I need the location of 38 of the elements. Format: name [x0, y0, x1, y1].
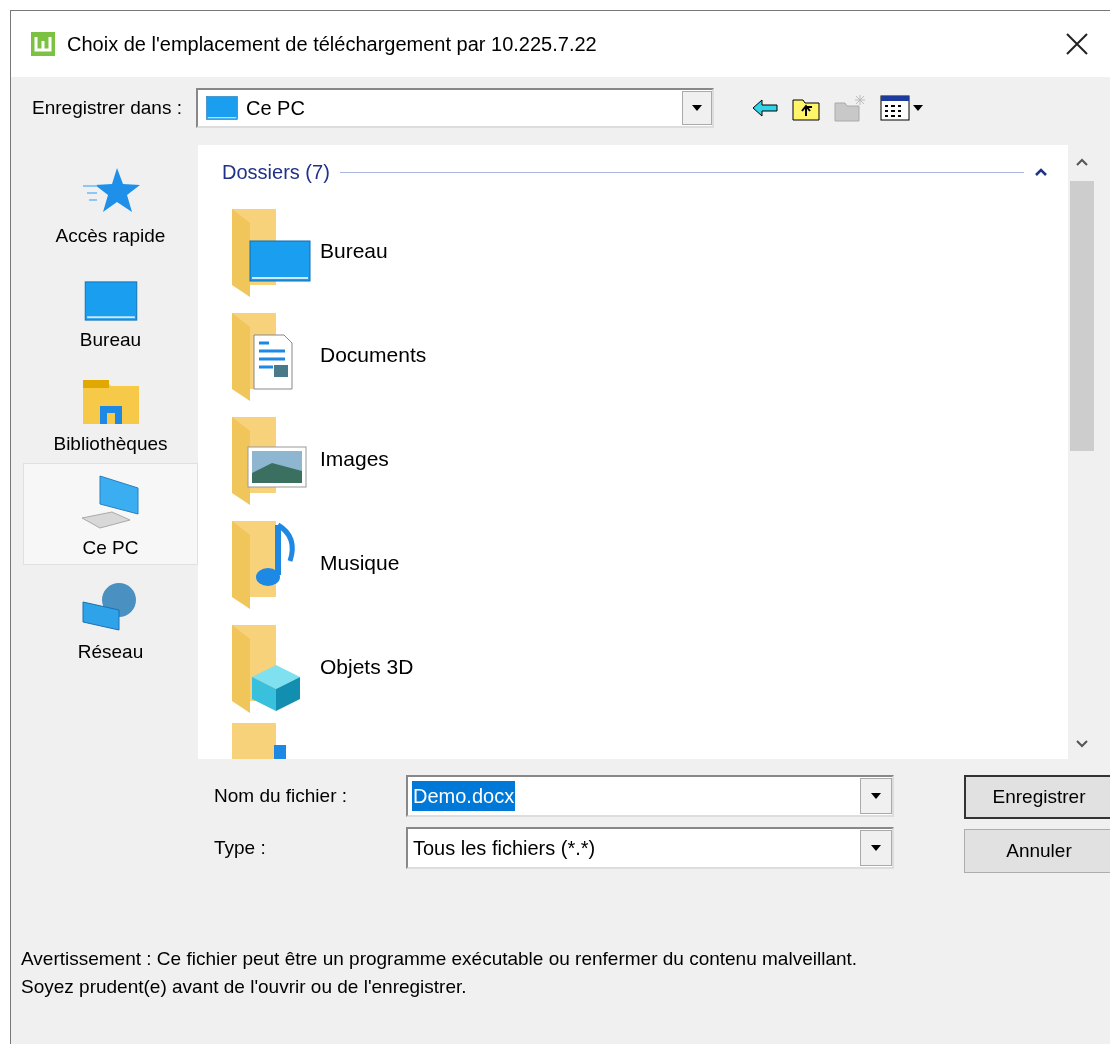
sidebar-item[interactable]: Ce PC — [23, 463, 198, 565]
close-icon — [1066, 33, 1088, 55]
group-header: Dossiers (7) — [222, 160, 330, 185]
folder-icon — [81, 378, 140, 427]
scroll-down-icon[interactable] — [1075, 739, 1089, 749]
combo-field[interactable]: Tous les fichiers (*.*) — [406, 827, 894, 869]
folder-item[interactable]: Documents — [222, 303, 1068, 407]
dialog-button[interactable]: Enregistrer — [964, 775, 1110, 819]
sidebar-item[interactable]: Réseau — [23, 567, 198, 669]
location-dropdown[interactable]: Ce PC — [195, 88, 714, 128]
field-label: Nom du fichier : — [214, 783, 349, 808]
scroll-up-icon[interactable] — [1075, 157, 1089, 167]
back-arrow-icon[interactable] — [751, 99, 778, 117]
list-view-icon — [879, 95, 910, 121]
view-menu-button[interactable] — [879, 95, 924, 121]
computer-icon — [205, 94, 238, 122]
sidebar-item[interactable]: Bibliothèques — [23, 359, 198, 461]
combo-field[interactable]: Demo.docx — [406, 775, 894, 817]
window-title: Choix de l'emplacement de téléchargement par 10.225.7.22 — [67, 32, 597, 57]
caret-icon — [690, 104, 703, 112]
folder-item[interactable]: Musique — [222, 511, 1068, 615]
warning-text: Avertissement : Ce fichier peut être un programme exécutable ou renfermer du contenu malveillant. Soyez prudent(e) avant de l'ouvrir ou de l'enregistrer. — [20, 947, 859, 999]
computer-icon — [79, 474, 142, 531]
collapse-chevron-icon[interactable] — [1034, 167, 1048, 177]
field-label: Type : — [214, 835, 267, 860]
app-logo-icon — [31, 32, 55, 56]
scrollbar-thumb[interactable] — [1070, 181, 1094, 451]
location-value: Ce PC — [245, 96, 305, 121]
folder-item[interactable]: Objets 3D — [222, 615, 1068, 719]
location-label: Enregistrer dans : — [32, 95, 182, 120]
dialog-button[interactable]: Annuler — [964, 829, 1110, 873]
folder-item[interactable]: Images — [222, 407, 1068, 511]
caret-icon — [870, 792, 882, 800]
caret-icon — [911, 104, 924, 112]
sidebar-item[interactable]: Accès rapide — [23, 151, 198, 253]
caret-icon — [870, 844, 882, 852]
sidebar-item[interactable]: Bureau — [23, 255, 198, 357]
folder-item[interactable]: Bureau — [222, 199, 1068, 303]
